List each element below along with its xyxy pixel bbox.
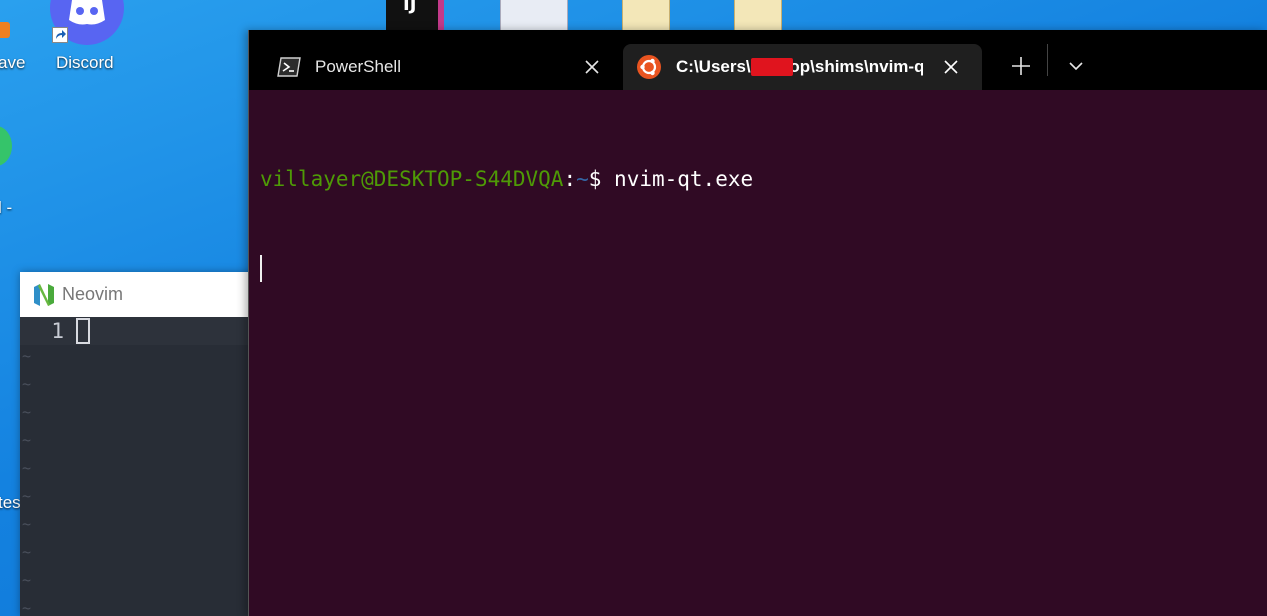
tab-powershell[interactable]: PowerShell (249, 44, 621, 90)
prompt-user-host: villayer@DESKTOP-S44DVQA (260, 167, 564, 191)
profile-dropdown-button[interactable] (1054, 46, 1098, 86)
tab-close-button[interactable] (574, 49, 610, 85)
desktop-icon-label[interactable]: l - (0, 198, 12, 218)
ubuntu-icon (637, 55, 661, 79)
neovim-title: Neovim (62, 284, 124, 304)
neovim-logo-icon (34, 283, 54, 306)
desktop-icon-label[interactable]: ave (0, 53, 25, 73)
prompt-command: nvim-qt.exe (614, 167, 754, 191)
close-icon (944, 60, 958, 74)
image-thumbnail-icon[interactable] (500, 0, 568, 32)
editor-line[interactable]: 1 (20, 317, 260, 345)
app-icon[interactable] (0, 126, 12, 170)
tab-title: C:\Users\ \scoop\shims\nvim-qt.exe (676, 57, 923, 76)
terminal-window[interactable]: PowerShell C:\Users\ \scoop\shims\nvim-q… (248, 30, 1267, 616)
terminal-output[interactable]: villayer@DESKTOP-S44DVQA:~$ nvim-qt.exe (249, 90, 1267, 342)
tab-close-button[interactable] (933, 49, 969, 85)
chevron-down-icon (1069, 62, 1083, 71)
empty-line-marker: ~ (22, 375, 32, 393)
prompt-line: villayer@DESKTOP-S44DVQA:~$ nvim-qt.exe (260, 164, 1267, 194)
neovim-editor[interactable]: 1 ~ ~ ~ ~ ~ ~ ~ ~ ~ ~ (20, 317, 260, 616)
neovim-window[interactable]: Neovim 1 ~ ~ ~ ~ ~ ~ ~ ~ ~ ~ (20, 272, 260, 616)
close-icon (585, 60, 599, 74)
tab-bar[interactable]: PowerShell C:\Users\ \scoop\shims\nvim-q… (249, 30, 1267, 90)
empty-line-marker: ~ (22, 403, 32, 421)
tab-ubuntu[interactable]: C:\Users\ \scoop\shims\nvim-qt.exe (623, 44, 982, 90)
prompt-separator: : (563, 167, 577, 191)
prompt-path: ~ (576, 167, 589, 191)
empty-line-marker: ~ (22, 515, 32, 533)
tab-title: PowerShell (315, 57, 401, 76)
new-tab-button[interactable] (999, 46, 1043, 86)
empty-line-marker: ~ (22, 543, 32, 561)
neovim-titlebar[interactable]: Neovim (20, 272, 260, 317)
empty-line-marker: ~ (22, 571, 32, 589)
redaction-mark (751, 58, 793, 76)
tab-divider (1047, 44, 1048, 76)
shortcut-arrow-icon (52, 27, 68, 43)
folder-icon[interactable] (622, 0, 670, 32)
desktop-icon-label-discord[interactable]: Discord (56, 53, 114, 73)
terminal-cursor (260, 255, 262, 282)
empty-line-marker: ~ (22, 599, 32, 616)
empty-line-marker: ~ (22, 487, 32, 505)
app-icon[interactable] (0, 22, 10, 38)
prompt-symbol: $ (588, 167, 615, 191)
empty-line-marker: ~ (22, 459, 32, 477)
empty-line-marker: ~ (22, 431, 32, 449)
empty-line-marker: ~ (22, 347, 32, 365)
folder-icon[interactable] (734, 0, 782, 32)
desktop-icon-label[interactable]: tes (0, 493, 21, 513)
intellij-icon[interactable]: IJ (386, 0, 444, 34)
plus-icon (1012, 57, 1030, 75)
editor-cursor (76, 318, 90, 344)
line-number: 1 (51, 319, 64, 343)
powershell-icon (277, 57, 301, 77)
